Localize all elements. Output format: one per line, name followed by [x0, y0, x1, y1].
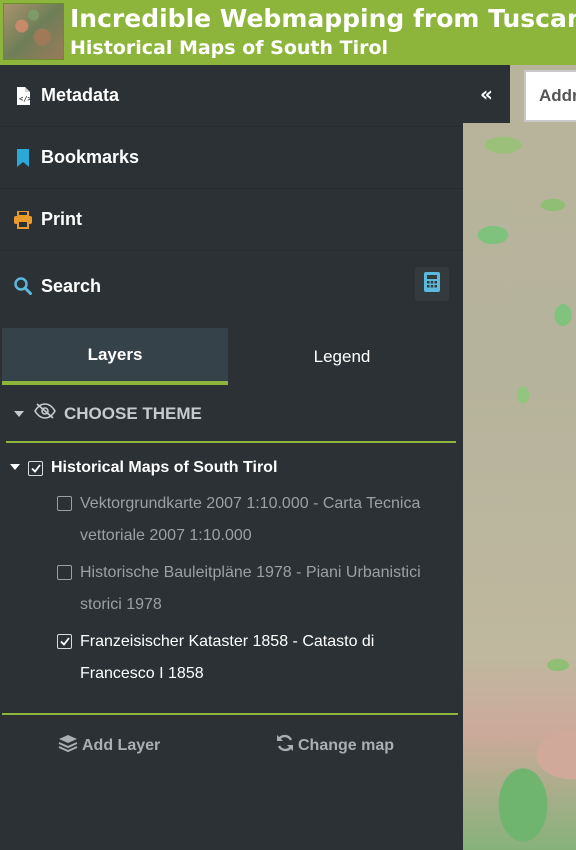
svg-text:</>: </> [19, 95, 30, 103]
metadata-menu-item[interactable]: </> Metadata [0, 65, 463, 127]
layer-item[interactable]: Franzeisischer Kataster 1858 - Catasto d… [57, 626, 447, 690]
bookmarks-label: Bookmarks [41, 147, 140, 167]
bookmarks-menu-item[interactable]: Bookmarks [0, 127, 463, 189]
layer-item[interactable]: Vektorgrundkarte 2007 1:10.000 - Carta T… [57, 488, 447, 552]
print-menu-item[interactable]: Print [0, 189, 463, 251]
search-label: Search [41, 275, 102, 296]
file-code-icon: </> [13, 86, 33, 106]
layer-label: Vektorgrundkarte 2007 1:10.000 - Carta T… [80, 495, 421, 544]
sync-icon [276, 734, 294, 757]
choose-theme-label: CHOOSE THEME [64, 403, 202, 423]
double-chevron-left-icon: « [480, 82, 493, 106]
printer-icon [13, 210, 33, 230]
tab-layers[interactable]: Layers [2, 328, 228, 385]
sidebar-tabs: Layers Legend [2, 328, 456, 385]
layer-group-root[interactable]: Historical Maps of South Tirol [10, 459, 277, 477]
address-search-text: Addr [539, 86, 576, 105]
app-header: Incredible Webmapping from Tuscany - His… [0, 0, 576, 65]
map-canvas[interactable]: « Addr [463, 65, 576, 850]
layer-item[interactable]: Historische Bauleitpläne 1978 - Piani Ur… [57, 557, 447, 621]
search-icon [13, 276, 33, 296]
change-map-label: Change map [298, 736, 395, 754]
metadata-label: Metadata [41, 85, 120, 105]
add-layer-label: Add Layer [82, 736, 161, 754]
theme-divider [6, 441, 456, 443]
caret-down-icon [10, 459, 20, 477]
bottom-divider [2, 713, 458, 715]
layers-icon [58, 734, 78, 757]
bookmark-icon [13, 148, 33, 168]
layer-checkbox[interactable] [57, 565, 72, 580]
layer-group-checkbox[interactable] [28, 460, 43, 476]
tab-legend[interactable]: Legend [228, 328, 456, 385]
layer-label: Franzeisischer Kataster 1858 - Catasto d… [80, 633, 375, 682]
app-title: Incredible Webmapping from Tuscany - [70, 4, 576, 33]
layer-label: Historische Bauleitpläne 1978 - Piani Ur… [80, 564, 421, 613]
calculator-icon [424, 271, 440, 297]
collapse-sidebar-button[interactable]: « [463, 65, 510, 123]
layer-checkbox[interactable] [57, 634, 72, 649]
calculator-button[interactable] [415, 267, 449, 301]
sidebar: </> Metadata Bookmarks Print Search Laye… [0, 65, 463, 850]
search-menu-item[interactable]: Search [0, 255, 463, 317]
caret-down-icon [14, 404, 24, 424]
eye-slash-icon [34, 403, 56, 424]
layer-group-label: Historical Maps of South Tirol [51, 459, 278, 476]
change-map-button[interactable]: Change map [276, 734, 394, 757]
print-label: Print [41, 209, 83, 229]
app-subtitle: Historical Maps of South Tirol [70, 37, 389, 59]
app-logo [3, 3, 64, 60]
layer-checkbox[interactable] [57, 496, 72, 511]
choose-theme-toggle[interactable]: CHOOSE THEME [14, 403, 202, 424]
add-layer-button[interactable]: Add Layer [58, 734, 160, 757]
address-search-input[interactable]: Addr [524, 70, 576, 122]
